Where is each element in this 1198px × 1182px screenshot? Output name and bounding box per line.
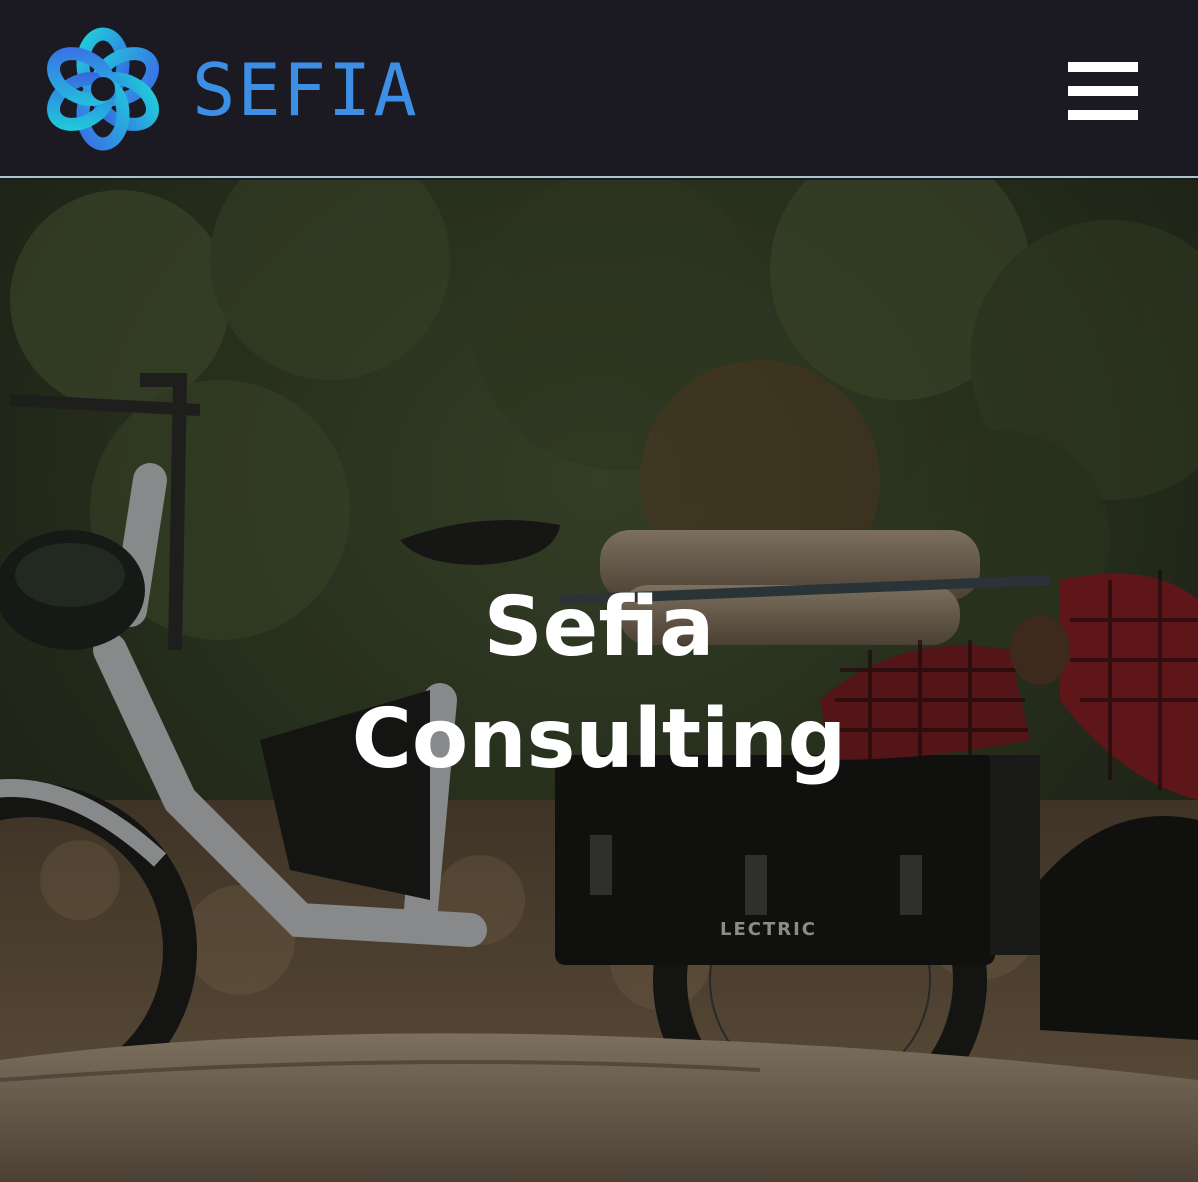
sefia-logo-icon[interactable] [38,20,168,158]
hero-banner: LECTRIC Sefia Consulting [0,180,1198,1182]
hero-title-line-2: Consulting [351,692,847,787]
menu-bar [1068,110,1138,120]
hero-title-line-1: Sefia [483,580,715,675]
menu-bar [1068,86,1138,96]
brand-name[interactable]: SEFIA [192,48,419,132]
hamburger-menu-icon[interactable] [1062,56,1144,122]
site-header: SEFIA [0,0,1198,178]
menu-bar [1068,62,1138,72]
hero-title: Sefia Consulting [0,572,1198,796]
